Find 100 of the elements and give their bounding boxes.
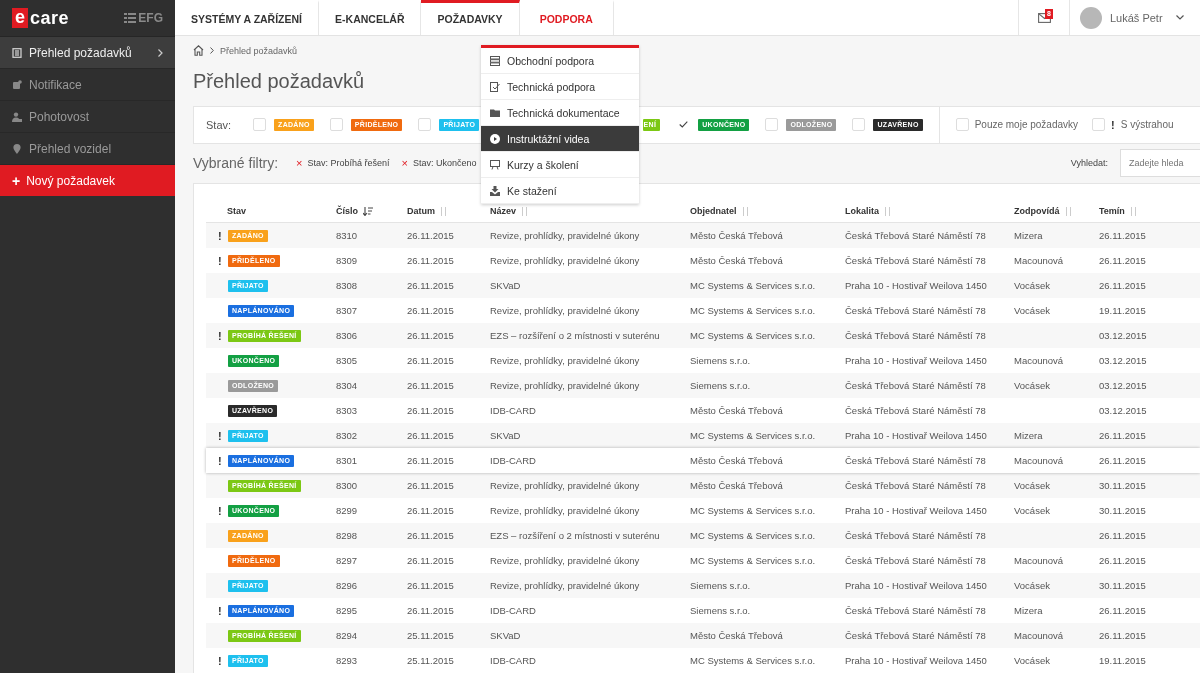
sort-descending-icon[interactable]	[363, 206, 373, 216]
table-cell: Česká Třebová Staré Náměstí 78	[845, 605, 986, 616]
table-cell: IDB-CARD	[490, 405, 536, 416]
play-icon	[490, 133, 500, 144]
search-field[interactable]: Zadejte hleda	[1120, 149, 1200, 178]
menu-item[interactable]: Instruktážní videa	[481, 126, 639, 152]
sort-icon[interactable]	[741, 206, 749, 216]
table-cell: 8308	[336, 280, 358, 291]
checkbox[interactable]	[765, 118, 779, 132]
table-cell: Siemens s.r.o.	[690, 380, 751, 391]
document-icon	[490, 81, 500, 92]
table-cell: Vocásek	[1014, 280, 1050, 291]
sidebar-item[interactable]: Přehled požadavků	[0, 37, 175, 69]
column-header[interactable]: Zodpovídá	[1014, 206, 1060, 216]
nav-tab[interactable]: POŽADAVKY	[421, 0, 520, 35]
user-name: Lukáš Petr	[1110, 11, 1164, 24]
checkbox-label: S výstrahou	[1120, 119, 1174, 131]
sort-icon[interactable]	[521, 206, 528, 216]
checkbox[interactable]	[253, 118, 267, 132]
table-cell: 8305	[336, 355, 358, 366]
column-header[interactable]: Stav	[227, 206, 246, 216]
table-cell: Macounová	[1014, 630, 1064, 641]
table-cell: Vocásek	[1014, 580, 1050, 591]
column-header[interactable]: Datum	[407, 206, 435, 216]
column-header[interactable]: Objednatel	[690, 206, 737, 216]
table-cell: 8306	[336, 330, 358, 341]
table-cell: Vocásek	[1014, 480, 1050, 491]
column-header[interactable]: Lokalita	[845, 206, 879, 216]
notification-icon	[12, 79, 22, 90]
table-cell: Revize, prohlídky, pravidelné úkony	[490, 505, 640, 516]
table-cell: Siemens s.r.o.	[690, 355, 751, 366]
home-icon[interactable]	[193, 45, 204, 56]
table-cell: 8296	[336, 580, 358, 591]
checkbox[interactable]	[852, 118, 866, 132]
list-icon	[12, 47, 22, 58]
sort-icon[interactable]	[440, 206, 447, 216]
table-cell: 26.11.2015	[1099, 255, 1146, 266]
checkbox[interactable]	[329, 118, 343, 132]
table-cell: IDB-CARD	[490, 655, 536, 666]
column-header[interactable]: Název	[490, 206, 516, 216]
table-cell: Vocásek	[1014, 305, 1050, 316]
table-cell: Česká Třebová Staré Náměstí 78	[845, 230, 986, 241]
sort-icon[interactable]	[1064, 206, 1072, 216]
checkbox-label: Pouze moje požadavky	[974, 119, 1079, 131]
breadcrumb-item: Přehled požadavků	[220, 45, 298, 56]
map-pin-icon	[12, 143, 22, 154]
table-cell: Česká Třebová Staré Náměstí 78	[845, 380, 986, 391]
warning-mark: !	[218, 429, 222, 442]
caret-icon	[1176, 15, 1184, 20]
table-cell: 8297	[336, 555, 358, 566]
table-cell: 8309	[336, 255, 358, 266]
table-cell: Vocásek	[1014, 505, 1050, 516]
table-cell: Praha 10 - Hostivař Weilova 1450	[845, 505, 987, 516]
checkbox[interactable]	[1092, 118, 1106, 132]
remove-filter-button[interactable]: ×	[296, 157, 303, 170]
sort-icon[interactable]	[1129, 206, 1137, 216]
table-cell: 8299	[336, 505, 358, 516]
logo-text: care	[30, 7, 70, 29]
presentation-board-icon	[490, 159, 500, 170]
nav-tab[interactable]: PODPORA	[519, 0, 614, 35]
sort-icon[interactable]	[884, 206, 891, 216]
table-cell: MC Systems & Services s.r.o.	[690, 330, 816, 341]
table-cell: Město Česká Třebová	[690, 255, 783, 266]
table-cell: 25.11.2015	[407, 630, 454, 641]
table-cell: SKVaD	[490, 280, 521, 291]
table-cell: Česká Třebová Staré Náměstí 78	[845, 630, 986, 641]
table-cell: Praha 10 - Hostivař Weilova 1450	[845, 355, 987, 366]
table-cell: Revize, prohlídky, pravidelné úkony	[490, 555, 640, 566]
column-header[interactable]: Temín	[1099, 206, 1125, 216]
warning-mark: !	[218, 229, 222, 242]
table-cell: Revize, prohlídky, pravidelné úkony	[490, 255, 640, 266]
table-cell: Město Česká Třebová	[690, 455, 783, 466]
new-request-button[interactable]: + Nový požadavek	[0, 165, 175, 196]
table-cell: Česká Třebová Staré Náměstí 78	[845, 255, 986, 266]
checkbox[interactable]	[418, 118, 432, 132]
remove-filter-button[interactable]: ×	[401, 157, 408, 170]
user-menu[interactable]: Lukáš Petr	[1070, 0, 1200, 35]
grid-icon	[124, 13, 137, 23]
table-cell: 30.11.2015	[1099, 580, 1146, 591]
table-cell: 26.11.2015	[407, 555, 454, 566]
table-cell: Macounová	[1014, 555, 1064, 566]
column-header[interactable]: Číslo	[336, 206, 358, 216]
table-cell: Vocásek	[1014, 655, 1050, 666]
warning-mark: !	[218, 454, 222, 467]
nav-tab[interactable]: E-KANCELÁŘ	[319, 0, 422, 35]
menu-item[interactable]: Obchodní podpora	[481, 48, 639, 74]
table-cell: 26.11.2015	[1099, 280, 1146, 291]
nav-tab[interactable]: SYSTÉMY A ZAŘÍZENÍ	[175, 0, 320, 35]
search-label: Vyhledat:	[1070, 158, 1108, 169]
table-cell: Macounová	[1014, 355, 1064, 366]
table-cell: MC Systems & Services s.r.o.	[690, 305, 816, 316]
menu-item[interactable]: Technická podpora	[481, 74, 639, 100]
sidebar-item[interactable]: Pohotovost	[0, 101, 175, 133]
table-cell: Vocásek	[1014, 380, 1050, 391]
table-cell: Město Česká Třebová	[690, 230, 783, 241]
menu-item[interactable]: Kurzy a školení	[481, 152, 639, 178]
sidebar-item[interactable]: Notifikace	[0, 69, 175, 101]
table-cell: 8294	[336, 630, 358, 641]
checkbox[interactable]	[955, 118, 969, 132]
table-cell: Praha 10 - Hostivař Weilova 1450	[845, 655, 987, 666]
